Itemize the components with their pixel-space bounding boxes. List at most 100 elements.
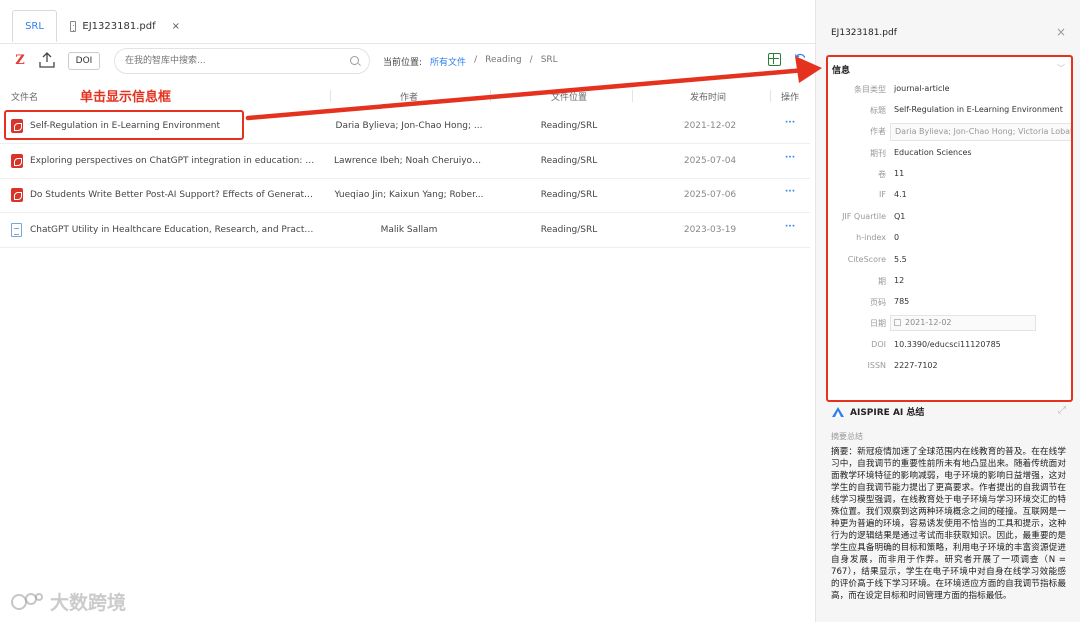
breadcrumb-srl[interactable]: SRL xyxy=(541,55,558,68)
table-row[interactable]: Exploring perspectives on ChatGPT integr… xyxy=(0,145,810,179)
field-key: 条目类型 xyxy=(854,85,886,94)
info-row-pages: 页码 785 xyxy=(828,294,1071,312)
more-icon[interactable]: ··· xyxy=(782,187,798,197)
info-row-quartile: JIF Quartile Q1 xyxy=(828,209,1071,227)
field-value[interactable]: Education Sciences xyxy=(894,148,972,157)
watermark-text: 大数跨境 xyxy=(50,592,127,614)
date-field[interactable]: 2021-12-02 xyxy=(890,315,1036,331)
file-author: Yueqiao Jin; Kaixun Yang; Rober... xyxy=(334,190,484,200)
field-key: DOI xyxy=(871,340,886,349)
breadcrumb-reading[interactable]: Reading xyxy=(485,55,522,68)
search-input[interactable] xyxy=(114,48,370,74)
file-title[interactable]: Do Students Write Better Post-AI Support… xyxy=(30,190,315,200)
table-row[interactable]: ChatGPT Utility in Healthcare Education,… xyxy=(0,214,810,248)
info-box: 信息 ﹀ 条目类型 journal-article 标题 Self-Regula… xyxy=(826,55,1073,402)
doi-button[interactable]: DOI xyxy=(68,52,100,70)
field-value: 5.5 xyxy=(894,255,907,264)
close-icon[interactable]: × xyxy=(1056,25,1066,39)
file-date: 2025-07-06 xyxy=(683,190,737,200)
file-location: Reading/SRL xyxy=(540,121,598,131)
column-divider[interactable] xyxy=(490,90,491,102)
header-filename[interactable]: 文件名 xyxy=(11,90,38,103)
column-divider[interactable] xyxy=(770,90,771,102)
tab-bar: SRL EJ1323181.pdf × xyxy=(0,0,815,44)
more-icon[interactable]: ··· xyxy=(782,222,798,232)
more-icon[interactable]: ··· xyxy=(782,153,798,163)
breadcrumb-all-files[interactable]: 所有文件 xyxy=(430,55,466,68)
info-row-doi: DOI 10.3390/educsci11120785 xyxy=(828,337,1071,355)
info-row-hindex: h-index 0 xyxy=(828,230,1071,248)
author-field[interactable]: Daria Bylieva; Jon-Chao Hong; Victoria L… xyxy=(890,123,1071,141)
field-key: CiteScore xyxy=(847,255,886,264)
abstract-label: 摘要总结 xyxy=(831,432,863,441)
field-key: ISSN xyxy=(867,361,887,370)
info-row-if: IF 4.1 xyxy=(828,187,1071,205)
chevron-down-icon[interactable]: ﹀ xyxy=(1057,63,1065,74)
file-location: Reading/SRL xyxy=(540,156,598,166)
info-row-date: 日期 2021-12-02 xyxy=(828,315,1071,333)
field-key: 作者 xyxy=(870,127,886,136)
table-row[interactable]: Do Students Write Better Post-AI Support… xyxy=(0,179,810,213)
field-value[interactable]: 2227-7102 xyxy=(894,361,938,370)
field-value[interactable]: 785 xyxy=(894,297,909,306)
field-key: JIF Quartile xyxy=(842,212,886,221)
file-title[interactable]: ChatGPT Utility in Healthcare Education,… xyxy=(30,225,315,235)
header-author[interactable]: 作者 xyxy=(400,90,418,103)
watermark-logo-icon xyxy=(11,592,43,610)
document-icon xyxy=(70,20,77,32)
close-icon[interactable]: × xyxy=(172,21,180,32)
refresh-icon[interactable] xyxy=(794,53,807,66)
field-value[interactable]: 12 xyxy=(894,276,904,285)
field-value: Q1 xyxy=(894,212,906,221)
info-row-volume: 卷 11 xyxy=(828,166,1071,184)
field-key: 标题 xyxy=(870,106,886,115)
info-row-citescore: CiteScore 5.5 xyxy=(828,252,1071,270)
file-title[interactable]: Exploring perspectives on ChatGPT integr… xyxy=(30,156,315,166)
ai-summary-header: AISPIRE AI 总结 xyxy=(831,405,924,418)
column-divider[interactable] xyxy=(330,90,331,102)
field-value[interactable]: 11 xyxy=(894,169,904,178)
search-icon[interactable] xyxy=(350,56,359,65)
panel-title: EJ1323181.pdf xyxy=(831,28,897,38)
field-key: 卷 xyxy=(878,170,886,179)
pdf-icon xyxy=(11,188,23,202)
header-location[interactable]: 文件位置 xyxy=(551,90,587,103)
upload-icon[interactable] xyxy=(38,51,56,69)
file-date: 2025-07-04 xyxy=(683,156,737,166)
calendar-icon xyxy=(894,319,901,326)
info-row-title: 标题 Self-Regulation in E-Learning Environ… xyxy=(828,102,1071,120)
file-author: Daria Bylieva; Jon-Chao Hong; ... xyxy=(335,121,483,131)
tab-srl[interactable]: SRL xyxy=(12,10,57,42)
breadcrumb-separator: / xyxy=(529,55,533,65)
header-date[interactable]: 发布时间 xyxy=(690,90,726,103)
app-root: SRL EJ1323181.pdf × Z DOI 当前位置: 所有文件 / R… xyxy=(0,0,1080,622)
more-icon[interactable]: ··· xyxy=(782,118,798,128)
watermark: 大数跨境 xyxy=(10,588,126,615)
field-key: 期刊 xyxy=(870,149,886,158)
file-date: 2021-12-02 xyxy=(683,121,737,131)
date-value: 2021-12-02 xyxy=(905,318,952,327)
file-location: Reading/SRL xyxy=(540,190,598,200)
info-row-journal: 期刊 Education Sciences xyxy=(828,145,1071,163)
aispire-logo-icon xyxy=(832,406,844,417)
breadcrumb-separator: / xyxy=(474,55,478,65)
info-row-issue: 期 12 xyxy=(828,273,1071,291)
field-key: IF xyxy=(879,190,886,199)
file-author: Lawrence Ibeh; Noah Cheruiyot ... xyxy=(334,156,484,166)
info-row-type: 条目类型 journal-article xyxy=(828,81,1071,99)
field-value[interactable]: 10.3390/educsci11120785 xyxy=(894,340,1001,349)
abstract-text: 摘要：新冠疫情加速了全球范围内在线教育的普及。在在线学习中，自我调节的重要性前所… xyxy=(831,447,1066,601)
field-value: journal-article xyxy=(894,84,950,93)
field-value[interactable]: Self-Regulation in E-Learning Environmen… xyxy=(894,105,1063,114)
table-view-icon[interactable] xyxy=(768,53,781,66)
info-row-author: 作者 Daria Bylieva; Jon-Chao Hong; Victori… xyxy=(828,123,1071,141)
tab-label: EJ1323181.pdf xyxy=(82,20,156,32)
pdf-icon xyxy=(11,154,23,168)
column-divider[interactable] xyxy=(632,90,633,102)
annotation-label: 单击显示信息框 xyxy=(78,86,174,105)
zotero-logo-icon[interactable]: Z xyxy=(12,53,28,69)
tab-pdf[interactable]: EJ1323181.pdf × xyxy=(70,10,180,42)
toolbar: Z DOI 当前位置: 所有文件 / Reading / SRL xyxy=(0,44,815,80)
field-key: h-index xyxy=(856,233,886,242)
expand-icon[interactable]: ⤢ xyxy=(1058,405,1066,416)
